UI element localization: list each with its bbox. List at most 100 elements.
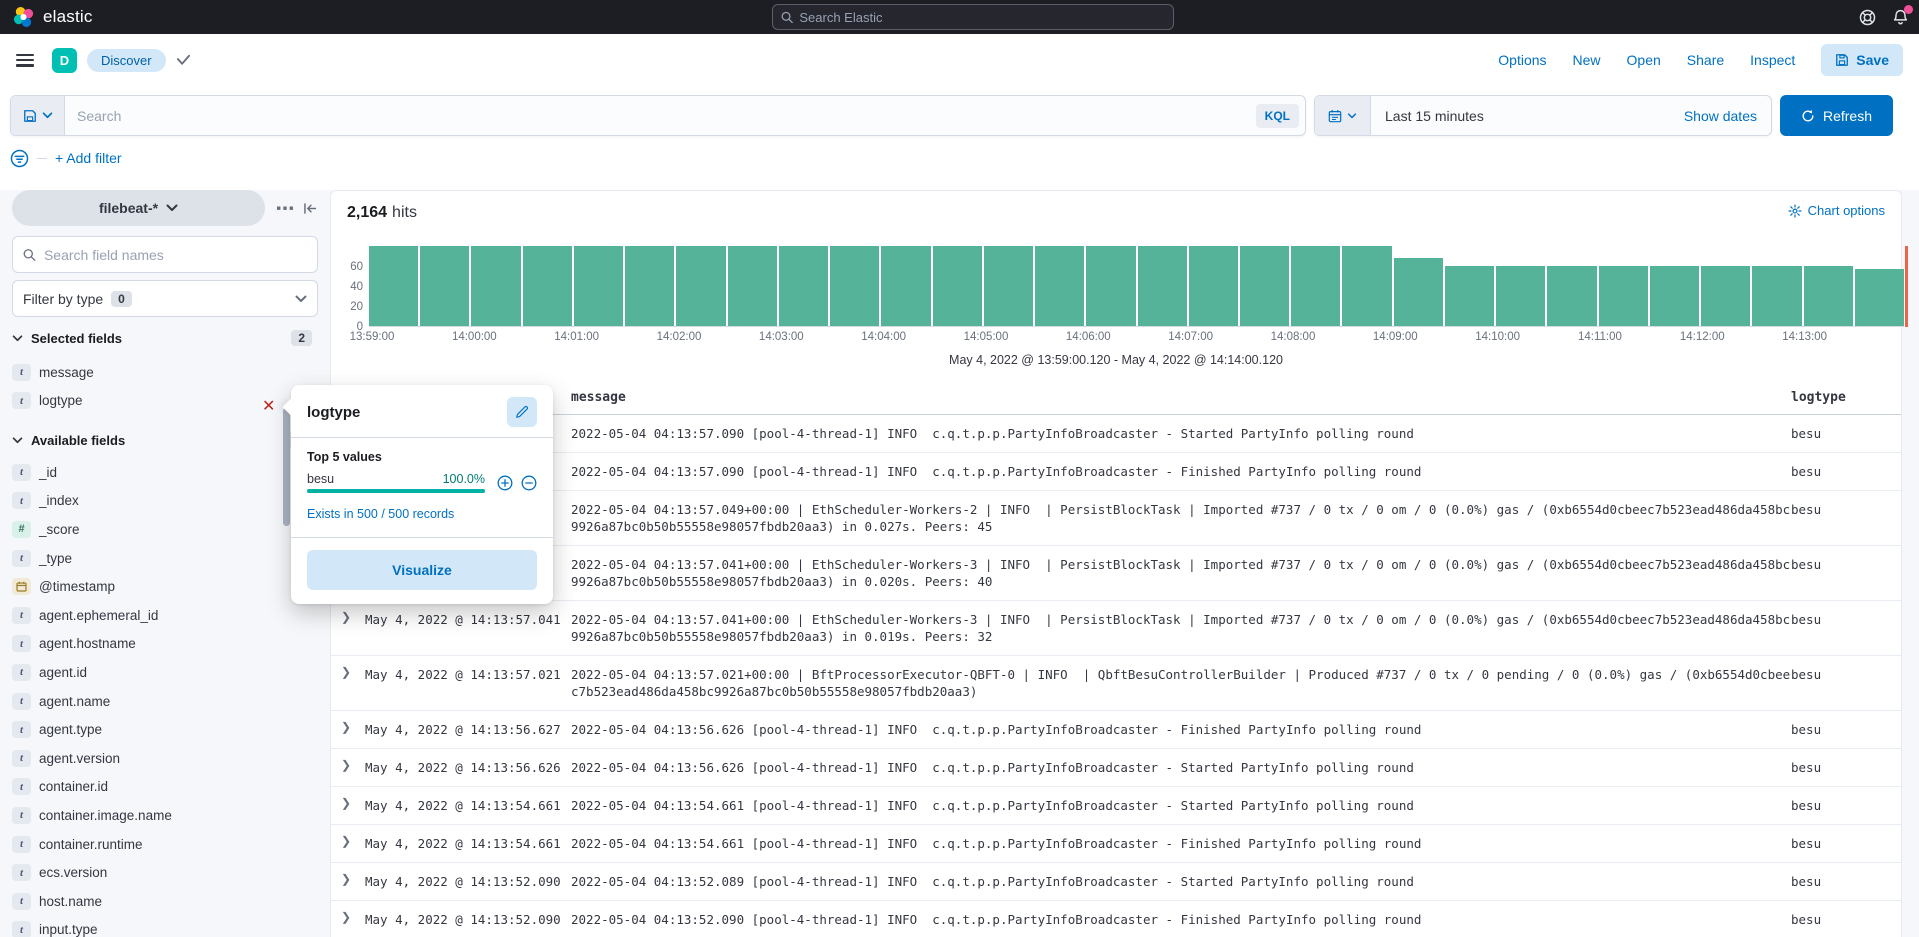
filter-out-value-icon[interactable] [521,475,537,491]
histogram-bar[interactable] [728,246,777,326]
available-fields-header[interactable]: Available fields 65 [12,432,312,448]
histogram-bar[interactable] [1496,266,1545,326]
histogram-bar[interactable] [779,246,828,326]
expand-row-icon[interactable]: ❯ [339,749,365,772]
field-item-_id[interactable]: t_id [12,458,302,487]
field-item-input.type[interactable]: tinput.type [12,916,302,937]
breadcrumb[interactable]: Discover [87,49,166,72]
col-message[interactable]: message [571,383,1791,414]
toolbar-link-open[interactable]: Open [1627,52,1661,68]
expand-row-icon[interactable]: ❯ [339,656,365,679]
expand-row-icon[interactable]: ❯ [339,901,365,924]
histogram-bar[interactable] [420,246,469,326]
field-item-message[interactable]: tmessage [12,358,302,387]
field-item-container.runtime[interactable]: tcontainer.runtime [12,830,302,859]
histogram-bar[interactable] [881,246,930,326]
expand-row-icon[interactable]: ❯ [339,601,365,624]
toolbar-link-inspect[interactable]: Inspect [1750,52,1795,68]
histogram-chart[interactable]: 6040200 [369,246,1904,327]
field-item-container.image.name[interactable]: tcontainer.image.name [12,801,302,830]
histogram-bar[interactable] [1650,266,1699,326]
histogram-bar[interactable] [1086,246,1135,326]
toolbar-link-options[interactable]: Options [1498,52,1546,68]
kql-button[interactable]: KQL [1256,104,1299,128]
save-button[interactable]: Save [1821,44,1903,76]
histogram-bar[interactable] [1804,266,1853,326]
histogram-bar[interactable] [1752,266,1801,326]
collapse-sidebar-icon[interactable] [303,202,318,215]
visualize-button[interactable]: Visualize [307,550,537,590]
saved-query-menu-button[interactable] [11,96,65,135]
field-item-agent.hostname[interactable]: tagent.hostname [12,630,302,659]
help-icon[interactable] [1859,9,1876,26]
field-item-agent.ephemeral_id[interactable]: tagent.ephemeral_id [12,601,302,630]
histogram-bar[interactable] [1547,266,1596,326]
histogram-bar[interactable] [1394,258,1443,326]
remove-logtype-field-icon[interactable]: ✕ [262,396,275,416]
chart-options-button[interactable]: Chart options [1788,203,1885,218]
field-item-container.id[interactable]: tcontainer.id [12,773,302,802]
refresh-button[interactable]: Refresh [1780,95,1893,136]
menu-icon[interactable] [16,54,34,67]
histogram-bar[interactable] [984,246,1033,326]
elastic-brand[interactable]: elastic [12,6,93,29]
date-quick-menu-button[interactable] [1315,96,1371,135]
field-item-_score[interactable]: #_score [12,515,302,544]
histogram-bar[interactable] [830,246,879,326]
histogram-bar[interactable] [574,246,623,326]
field-item-agent.name[interactable]: tagent.name [12,687,302,716]
time-range-value[interactable]: Last 15 minutes [1371,108,1684,124]
field-item-host.name[interactable]: thost.name [12,887,302,916]
edit-field-button[interactable] [507,397,537,427]
field-item-_type[interactable]: t_type [12,544,302,573]
options-dots-icon[interactable] [277,206,293,211]
field-item-_index[interactable]: t_index [12,487,302,516]
histogram-bar[interactable] [369,246,418,326]
expand-row-icon[interactable]: ❯ [339,863,365,886]
histogram-bar[interactable] [1701,266,1750,326]
field-item-agent.type[interactable]: tagent.type [12,715,302,744]
histogram-bar[interactable] [1445,266,1494,326]
sidebar-scrollbar[interactable] [283,408,290,526]
cell-logtype: besu [1791,453,1901,490]
histogram-bar[interactable] [1035,246,1084,326]
histogram-bar[interactable] [1138,246,1187,326]
field-item-agent.id[interactable]: tagent.id [12,658,302,687]
histogram-bar[interactable] [471,246,520,326]
histogram-bar[interactable] [1291,246,1340,326]
col-logtype[interactable]: logtype [1791,383,1901,414]
filter-by-type-select[interactable]: Filter by type 0 [12,280,318,317]
field-item-@timestamp[interactable]: @timestamp [12,572,302,601]
histogram-bar[interactable] [676,246,725,326]
field-item-ecs.version[interactable]: tecs.version [12,858,302,887]
toolbar-link-share[interactable]: Share [1687,52,1724,68]
histogram-bar[interactable] [1855,269,1904,326]
selected-fields-header[interactable]: Selected fields 2 [12,330,312,346]
filter-icon[interactable] [10,149,29,168]
show-dates-button[interactable]: Show dates [1684,108,1771,124]
add-filter-button[interactable]: + Add filter [55,150,122,166]
histogram-bar[interactable] [1189,246,1238,326]
exists-in-records-link[interactable]: Exists in 500 / 500 records [307,507,454,521]
histogram-bar[interactable] [1240,246,1289,326]
filter-for-value-icon[interactable] [497,475,513,491]
histogram-bar[interactable] [1342,246,1391,326]
histogram-bar[interactable] [523,246,572,326]
histogram-bar[interactable] [1599,266,1648,326]
histogram-bar[interactable] [933,246,982,326]
expand-row-icon[interactable]: ❯ [339,711,365,734]
expand-row-icon[interactable]: ❯ [339,825,365,848]
global-search-input[interactable] [799,10,1165,25]
field-name: _score [39,522,80,537]
toolbar-link-new[interactable]: New [1573,52,1601,68]
field-item-logtype[interactable]: tlogtype [12,387,302,416]
field-search-input[interactable] [44,247,307,263]
space-avatar[interactable]: D [52,48,77,73]
histogram-bar[interactable] [625,246,674,326]
query-input[interactable] [65,96,1256,135]
expand-row-icon[interactable]: ❯ [339,787,365,810]
global-search[interactable] [772,4,1174,30]
field-item-agent.version[interactable]: tagent.version [12,744,302,773]
notifications-button[interactable] [1892,9,1909,26]
index-pattern-switcher[interactable]: filebeat-* [12,190,265,226]
